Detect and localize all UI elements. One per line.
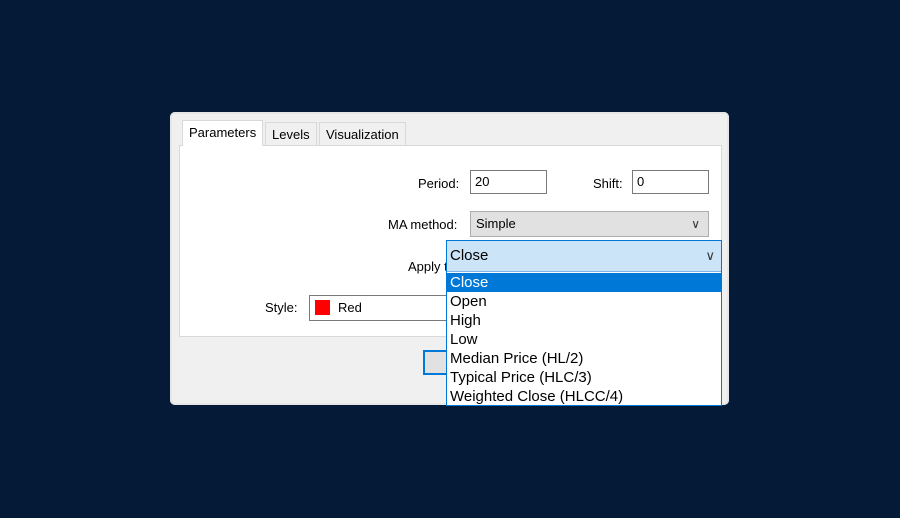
apply-to-dropdown[interactable]: Close ∨ Close Open High Low Median Price… [446,240,722,406]
option-typical-price[interactable]: Typical Price (HLC/3) [447,368,721,387]
tab-levels[interactable]: Levels [265,122,317,145]
chevron-down-icon: ∨ [691,217,700,231]
tab-parameters[interactable]: Parameters [182,120,264,146]
option-high[interactable]: High [447,311,721,330]
ma-method-value: Simple [476,216,516,231]
apply-to-label: Apply t [408,259,448,274]
option-close[interactable]: Close [447,273,721,292]
option-median-price[interactable]: Median Price (HL/2) [447,349,721,368]
option-low[interactable]: Low [447,330,721,349]
style-select[interactable]: Red [309,295,449,321]
shift-label: Shift: [593,176,623,191]
option-open[interactable]: Open [447,292,721,311]
ma-method-select[interactable]: Simple ∨ [470,211,709,237]
tab-visualization[interactable]: Visualization [319,122,406,145]
period-input[interactable]: 20 [470,170,547,194]
apply-to-select[interactable]: Close ∨ [447,241,721,272]
apply-to-value: Close [450,247,489,264]
ma-method-label: MA method: [388,217,458,232]
option-weighted-close[interactable]: Weighted Close (HLCC/4) [447,387,721,406]
chevron-down-icon: ∨ [705,248,715,263]
style-value: Red [338,300,362,315]
shift-input[interactable]: 0 [632,170,709,194]
period-label: Period: [418,176,460,191]
color-swatch [315,300,330,315]
style-label: Style: [265,300,298,315]
